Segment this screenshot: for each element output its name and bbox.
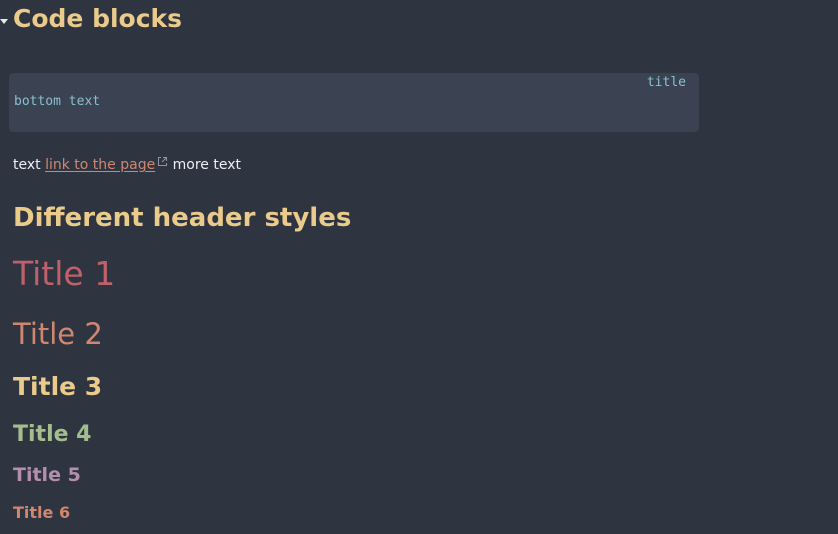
code-block: title bottom text [9,73,699,132]
caret-down-icon[interactable] [0,19,8,24]
page-link[interactable]: link to the page [45,157,155,173]
title-1: Title 1 [13,254,116,293]
paragraph-text-after: more text [168,157,241,173]
code-block-title: title [646,75,686,90]
title-4: Title 4 [13,422,92,447]
section-heading-code-blocks: Code blocks [13,4,183,33]
title-6: Title 6 [13,503,71,522]
paragraph: text link to the page more text [13,156,241,173]
section-heading-header-styles: Different header styles [13,203,352,233]
external-link-icon [158,157,168,166]
title-2: Title 2 [13,317,103,351]
page-link-text[interactable]: link to the page [45,157,155,173]
code-block-line: bottom text [14,94,101,109]
paragraph-text-before: text [13,157,46,173]
title-3: Title 3 [13,372,103,401]
title-5: Title 5 [13,464,81,486]
